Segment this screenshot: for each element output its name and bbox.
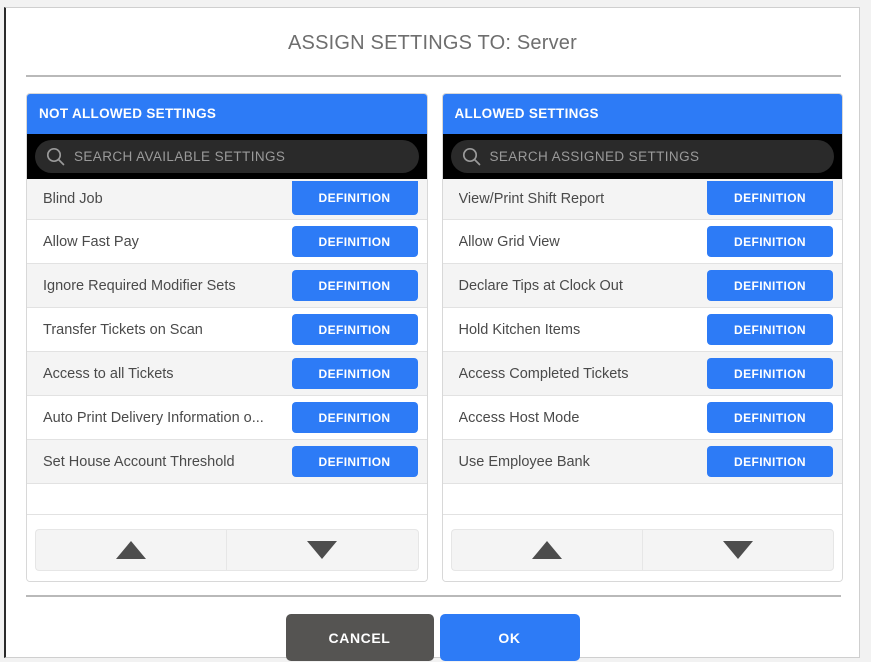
search-icon <box>46 147 65 166</box>
table-row[interactable]: Hold Kitchen Items DEFINITION <box>443 308 843 352</box>
ok-button[interactable]: OK <box>440 614 580 661</box>
allowed-settings-list[interactable]: View/Print Shift Report DEFINITION Allow… <box>443 179 843 520</box>
page-title: ASSIGN SETTINGS TO: Server <box>6 8 859 75</box>
definition-button[interactable]: DEFINITION <box>707 226 833 257</box>
triangle-up-icon <box>532 541 562 559</box>
setting-name: Transfer Tickets on Scan <box>43 322 292 338</box>
panels-container: NOT ALLOWED SETTINGS SEARCH AVAILABLE SE… <box>6 77 859 582</box>
available-settings-search-input[interactable]: SEARCH AVAILABLE SETTINGS <box>35 140 419 173</box>
scroll-down-button[interactable] <box>642 529 834 571</box>
setting-name: Use Employee Bank <box>459 454 708 470</box>
assigned-settings-search-input[interactable]: SEARCH ASSIGNED SETTINGS <box>451 140 835 173</box>
table-row[interactable]: Set House Account Threshold DEFINITION <box>27 440 427 484</box>
table-row[interactable]: Transfer Tickets on Scan DEFINITION <box>27 308 427 352</box>
table-row[interactable]: Use Employee Bank DEFINITION <box>443 440 843 484</box>
setting-name: Access Completed Tickets <box>459 366 708 382</box>
table-row[interactable]: Allow Grid View DEFINITION <box>443 220 843 264</box>
assign-settings-dialog: ASSIGN SETTINGS TO: Server NOT ALLOWED S… <box>4 7 860 658</box>
cancel-button[interactable]: CANCEL <box>286 614 434 661</box>
available-settings-search-bar: SEARCH AVAILABLE SETTINGS <box>27 134 427 179</box>
table-row[interactable]: Access to all Tickets DEFINITION <box>27 352 427 396</box>
allowed-scroll-controls <box>443 520 843 581</box>
not-allowed-scroll-controls <box>27 520 427 581</box>
definition-button[interactable]: DEFINITION <box>707 358 833 389</box>
setting-name: Hold Kitchen Items <box>459 322 708 338</box>
definition-button[interactable]: DEFINITION <box>292 402 418 433</box>
setting-name: Allow Fast Pay <box>43 234 292 250</box>
search-icon <box>462 147 481 166</box>
screen: ASSIGN SETTINGS TO: Server NOT ALLOWED S… <box>0 0 871 662</box>
setting-name: Access Host Mode <box>459 410 708 426</box>
allowed-settings-panel: ALLOWED SETTINGS SEARCH ASSIGNED SETTING… <box>442 93 844 582</box>
table-row-empty <box>443 484 843 515</box>
not-allowed-settings-header: NOT ALLOWED SETTINGS <box>27 94 427 134</box>
dialog-footer: CANCEL OK <box>6 597 859 661</box>
definition-button[interactable]: DEFINITION <box>707 270 833 301</box>
definition-button[interactable]: DEFINITION <box>707 314 833 345</box>
triangle-down-icon <box>723 541 753 559</box>
setting-name: Set House Account Threshold <box>43 454 292 470</box>
table-row[interactable]: Access Completed Tickets DEFINITION <box>443 352 843 396</box>
not-allowed-settings-list[interactable]: Blind Job DEFINITION Allow Fast Pay DEFI… <box>27 179 427 520</box>
definition-button[interactable]: DEFINITION <box>707 402 833 433</box>
setting-name: Access to all Tickets <box>43 366 292 382</box>
assigned-settings-search-placeholder: SEARCH ASSIGNED SETTINGS <box>490 149 700 164</box>
triangle-down-icon <box>307 541 337 559</box>
table-row[interactable]: Access Host Mode DEFINITION <box>443 396 843 440</box>
definition-button[interactable]: DEFINITION <box>292 226 418 257</box>
definition-button[interactable]: DEFINITION <box>292 270 418 301</box>
scroll-up-button[interactable] <box>451 529 642 571</box>
available-settings-search-placeholder: SEARCH AVAILABLE SETTINGS <box>74 149 285 164</box>
setting-name: Declare Tips at Clock Out <box>459 278 708 294</box>
definition-button[interactable]: DEFINITION <box>707 446 833 477</box>
table-row[interactable]: Auto Print Delivery Information o... DEF… <box>27 396 427 440</box>
setting-name: Blind Job <box>43 191 292 207</box>
scroll-down-button[interactable] <box>226 529 418 571</box>
table-row[interactable]: Ignore Required Modifier Sets DEFINITION <box>27 264 427 308</box>
not-allowed-settings-panel: NOT ALLOWED SETTINGS SEARCH AVAILABLE SE… <box>26 93 428 582</box>
triangle-up-icon <box>116 541 146 559</box>
table-row[interactable]: Declare Tips at Clock Out DEFINITION <box>443 264 843 308</box>
setting-name: Ignore Required Modifier Sets <box>43 278 292 294</box>
table-row[interactable]: Allow Fast Pay DEFINITION <box>27 220 427 264</box>
definition-button[interactable]: DEFINITION <box>292 181 418 215</box>
setting-name: Auto Print Delivery Information o... <box>43 410 292 426</box>
assigned-settings-search-bar: SEARCH ASSIGNED SETTINGS <box>443 134 843 179</box>
definition-button[interactable]: DEFINITION <box>292 314 418 345</box>
allowed-settings-header: ALLOWED SETTINGS <box>443 94 843 134</box>
table-row[interactable]: Blind Job DEFINITION <box>27 179 427 220</box>
definition-button[interactable]: DEFINITION <box>707 181 833 215</box>
definition-button[interactable]: DEFINITION <box>292 446 418 477</box>
scroll-up-button[interactable] <box>35 529 226 571</box>
table-row-empty <box>27 484 427 515</box>
table-row[interactable]: View/Print Shift Report DEFINITION <box>443 179 843 220</box>
setting-name: Allow Grid View <box>459 234 708 250</box>
definition-button[interactable]: DEFINITION <box>292 358 418 389</box>
setting-name: View/Print Shift Report <box>459 191 708 207</box>
